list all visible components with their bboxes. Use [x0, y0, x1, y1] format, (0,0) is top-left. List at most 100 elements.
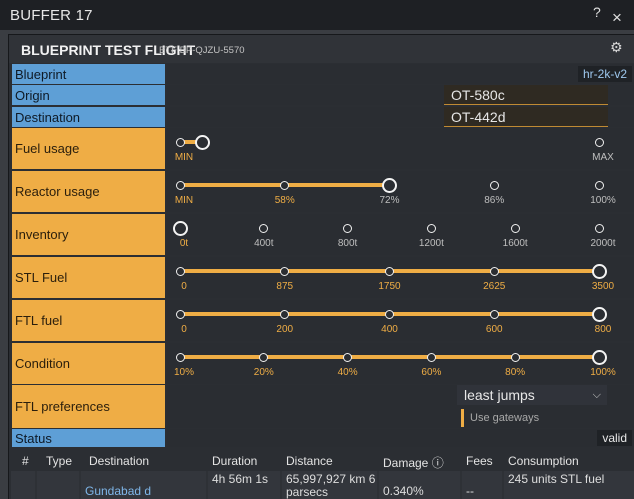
ftl-preferences-label: FTL preferences	[12, 385, 165, 428]
slider-stop[interactable]	[343, 352, 353, 362]
slider-stop[interactable]	[594, 137, 604, 147]
slider-stop[interactable]	[594, 180, 604, 190]
panel-subtitle: BTF BP-QJZU-5570	[159, 45, 245, 56]
slider-stop[interactable]	[343, 223, 353, 233]
slider-stop[interactable]	[385, 309, 394, 319]
col-damage: Damage ⓘ	[383, 456, 444, 470]
inventory-slider[interactable]: 0t 400t 800t 1200t 1600t 2000t	[167, 214, 634, 255]
slider-stop[interactable]	[175, 266, 185, 276]
ftl-preferences-select-value: least jumps	[464, 387, 535, 403]
row-consumption: 245 units STL fuel	[504, 471, 634, 499]
slider-tick-label: 0t	[179, 238, 189, 249]
slider-stop[interactable]	[426, 223, 436, 233]
slider-stop[interactable]	[175, 137, 185, 147]
slider-stop[interactable]	[175, 352, 185, 362]
slider-stop[interactable]	[426, 352, 436, 362]
condition-slider[interactable]: 10% 20% 40% 60% 80% 100%	[167, 343, 634, 384]
help-icon[interactable]: ?	[593, 4, 601, 20]
blueprint-value-link[interactable]: hr-2k-v2	[577, 66, 632, 82]
reactor-usage-row: Reactor usage MIN 58% 72% 86% 100%	[12, 171, 634, 212]
slider-stop[interactable]	[259, 223, 269, 233]
use-gateways-checkbox[interactable]: Use gateways	[461, 409, 539, 427]
slider-tick-label: 875	[276, 281, 294, 292]
destination-label: Destination	[12, 107, 165, 127]
fuel-usage-row: Fuel usage MIN MAX	[12, 128, 634, 169]
slider-tick-label: 2625	[483, 281, 506, 292]
blueprint-test-flight-panel: BLUEPRINT TEST FLIGHT BTF BP-QJZU-5570 ⚙…	[8, 34, 634, 499]
fuel-usage-handle[interactable]	[194, 134, 210, 150]
slider-stop[interactable]	[382, 177, 397, 193]
slider-tick-label: 0	[181, 281, 187, 292]
slider-stop[interactable]	[510, 223, 520, 233]
slider-tick-label: 100%	[590, 367, 616, 378]
slider-tick-label: 600	[485, 324, 503, 335]
status-row: Status valid	[12, 429, 634, 447]
slider-tick-label: MIN	[174, 195, 194, 206]
results-table-header: # Type Destination Duration Distance Dam…	[11, 450, 634, 470]
reactor-usage-slider[interactable]: MIN 58% 72% 86% 100%	[167, 171, 634, 212]
origin-input[interactable]: OT-580c	[444, 85, 608, 105]
stl-fuel-row: STL Fuel 0 875 1750 2625 3500	[12, 257, 634, 298]
slider-tick-label: 72%	[379, 195, 400, 206]
slider-stop[interactable]	[510, 352, 520, 362]
slider-stop[interactable]	[175, 309, 185, 319]
slider-stop[interactable]	[280, 266, 290, 276]
slider-tick-label: 80%	[505, 367, 526, 378]
status-content: valid	[167, 429, 634, 447]
ftl-preferences-row: FTL preferences least jumps ⌵ Use gatewa…	[12, 385, 634, 428]
slider-stop[interactable]	[594, 223, 604, 233]
slider-tick-label: 86%	[484, 195, 505, 206]
slider-tick-label: MIN	[174, 152, 194, 163]
condition-row: Condition 10% 20% 40% 60% 80% 100%	[12, 343, 634, 384]
slider-tick-label: MAX	[592, 152, 614, 163]
chevron-down-icon: ⌵	[592, 389, 601, 401]
slider-tick-label: 20%	[253, 367, 274, 378]
status-label: Status	[12, 429, 165, 447]
slider-tick-label: 2000t	[590, 238, 616, 249]
slider-stop[interactable]	[280, 180, 290, 190]
slider-stop[interactable]	[280, 309, 290, 319]
slider-stop[interactable]	[489, 266, 499, 276]
ftl-fuel-row: FTL fuel 0 200 400 600 800	[12, 300, 634, 341]
col-distance: Distance	[286, 454, 333, 468]
slider-stop[interactable]	[489, 180, 499, 190]
slider-stop[interactable]	[591, 263, 607, 279]
row-damage: 0.340%	[379, 471, 460, 499]
row-destination-link[interactable]: Gundabad d	[81, 471, 206, 499]
destination-input[interactable]: OT-442d	[444, 107, 608, 127]
row-type	[37, 471, 79, 499]
origin-row: Origin OT-580c	[12, 85, 634, 105]
col-destination: Destination	[89, 454, 150, 468]
stl-fuel-slider[interactable]: 0 875 1750 2625 3500	[167, 257, 634, 298]
col-num: #	[22, 454, 29, 468]
slider-stop[interactable]	[385, 266, 394, 276]
destination-row: Destination OT-442d	[12, 107, 634, 127]
slider-stop[interactable]	[591, 306, 607, 322]
blueprint-content: hr-2k-v2	[167, 64, 634, 84]
inventory-row: Inventory 0t 400t 800t 1200t 1600t 2000t	[12, 214, 634, 255]
gear-icon[interactable]: ⚙	[610, 39, 623, 56]
ftl-fuel-label: FTL fuel	[12, 300, 165, 341]
slider-tick-label: 40%	[337, 367, 358, 378]
fuel-usage-slider[interactable]: MIN MAX	[167, 128, 634, 169]
slider-tick-label: 58%	[274, 195, 295, 206]
ftl-preferences-select[interactable]: least jumps ⌵	[457, 385, 607, 405]
slider-stop[interactable]	[591, 349, 607, 365]
ftl-fuel-slider[interactable]: 0 200 400 600 800	[167, 300, 634, 341]
slider-stop[interactable]	[175, 180, 185, 190]
col-fees: Fees	[466, 454, 493, 468]
slider-tick-label: 1200t	[418, 238, 444, 249]
col-duration: Duration	[212, 454, 258, 468]
slider-stop[interactable]	[172, 220, 188, 236]
row-num	[11, 471, 35, 499]
slider-stop[interactable]	[259, 352, 269, 362]
table-row[interactable]: Gundabad d 4h 56m 1s 65,997,927 km 6 par…	[11, 471, 634, 499]
slider-stop[interactable]	[489, 309, 499, 319]
slider-tick-label: 200	[276, 324, 294, 335]
origin-content: OT-580c	[167, 85, 634, 105]
panel-header: BLUEPRINT TEST FLIGHT BTF BP-QJZU-5570 ⚙	[9, 35, 634, 63]
close-icon[interactable]: ×	[612, 8, 622, 28]
slider-tick-label: 400t	[254, 238, 274, 249]
ftl-preferences-content: least jumps ⌵ Use gateways	[167, 385, 634, 428]
destination-content: OT-442d	[167, 107, 634, 127]
